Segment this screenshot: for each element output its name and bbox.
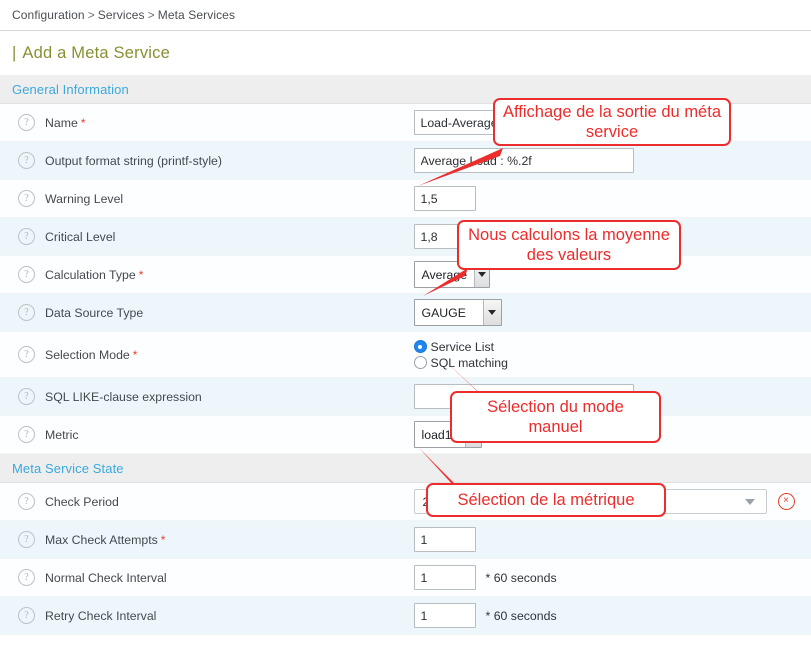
annotation-callout-output: Affichage de la sortie du méta service [493, 98, 731, 146]
help-icon[interactable]: ? [18, 190, 35, 207]
page-title-wrap: | Add a Meta Service [0, 31, 811, 75]
label-warning-level: Warning Level [45, 192, 123, 206]
breadcrumb-bar: Configuration>Services>Meta Services [0, 0, 811, 31]
breadcrumb-item-meta-services[interactable]: Meta Services [158, 8, 235, 22]
radio-sql-matching[interactable]: SQL matching [414, 356, 508, 370]
help-icon[interactable]: ? [18, 114, 35, 131]
data-source-type-value: GAUGE [415, 306, 483, 320]
label-data-source-type: Data Source Type [45, 306, 143, 320]
radio-icon-unselected[interactable] [414, 356, 427, 369]
row-selection-mode: ? Selection Mode * Service List SQL matc… [0, 332, 811, 378]
label-critical-level: Critical Level [45, 230, 115, 244]
label-name: Name [45, 116, 78, 130]
normal-check-interval-input[interactable] [414, 565, 476, 590]
row-metric: ? Metric load15 [0, 416, 811, 454]
chevron-down-icon [745, 499, 755, 505]
radio-icon-selected[interactable] [414, 340, 427, 353]
help-icon[interactable]: ? [18, 388, 35, 405]
label-check-period: Check Period [45, 495, 119, 509]
help-icon[interactable]: ? [18, 569, 35, 586]
section-title-state: Meta Service State [0, 461, 811, 476]
radio-service-list[interactable]: Service List [414, 340, 508, 354]
page-title-bar: | [12, 44, 17, 62]
selection-mode-radio-group: Service List SQL matching [414, 340, 508, 370]
required-marker: * [161, 533, 166, 547]
label-normal-check-interval: Normal Check Interval [45, 571, 167, 585]
help-icon[interactable]: ? [18, 493, 35, 510]
row-sql-like: ? SQL LIKE-clause expression [0, 378, 811, 416]
row-normal-check-interval: ? Normal Check Interval * 60 seconds [0, 559, 811, 597]
max-check-attempts-input[interactable] [414, 527, 476, 552]
label-retry-check-interval: Retry Check Interval [45, 609, 156, 623]
page-title: | Add a Meta Service [12, 44, 170, 63]
section-title-general: General Information [0, 82, 811, 97]
chevron-down-icon [483, 300, 501, 325]
breadcrumb-separator: > [85, 8, 98, 22]
row-retry-check-interval: ? Retry Check Interval * 60 seconds [0, 597, 811, 635]
annotation-callout-selection-mode: Sélection du mode manuel [450, 391, 661, 443]
page-title-text: Add a Meta Service [22, 44, 170, 62]
help-icon[interactable]: ? [18, 266, 35, 283]
label-metric: Metric [45, 428, 78, 442]
output-format-input[interactable] [414, 148, 634, 173]
label-sql-like: SQL LIKE-clause expression [45, 390, 202, 404]
warning-level-input[interactable] [414, 186, 476, 211]
row-critical-level: ? Critical Level [0, 218, 811, 256]
help-icon[interactable]: ? [18, 426, 35, 443]
clear-icon[interactable]: × [778, 493, 795, 510]
required-marker: * [81, 116, 86, 130]
row-output-format: ? Output format string (printf-style) [0, 142, 811, 180]
breadcrumb: Configuration>Services>Meta Services [12, 8, 235, 22]
label-output-format: Output format string (printf-style) [45, 154, 222, 168]
meta-service-form: General Information ? Name * ? Output fo… [0, 75, 811, 635]
annotation-callout-calculation: Nous calculons la moyenne des valeurs [457, 220, 681, 270]
label-calculation-type: Calculation Type [45, 268, 136, 282]
breadcrumb-item-services[interactable]: Services [98, 8, 145, 22]
annotation-callout-metric: Sélection de la métrique [426, 483, 666, 517]
retry-check-interval-input[interactable] [414, 603, 476, 628]
required-marker: * [139, 268, 144, 282]
row-warning-level: ? Warning Level [0, 180, 811, 218]
row-data-source-type: ? Data Source Type GAUGE [0, 294, 811, 332]
breadcrumb-separator: > [145, 8, 158, 22]
help-icon[interactable]: ? [18, 531, 35, 548]
label-max-check-attempts: Max Check Attempts [45, 533, 158, 547]
breadcrumb-item-configuration[interactable]: Configuration [12, 8, 85, 22]
help-icon[interactable]: ? [18, 152, 35, 169]
help-icon[interactable]: ? [18, 228, 35, 245]
label-selection-mode: Selection Mode [45, 348, 130, 362]
help-icon[interactable]: ? [18, 304, 35, 321]
row-check-period: ? Check Period 24x7 × [0, 483, 811, 521]
required-marker: * [133, 348, 138, 362]
retry-check-interval-suffix: * 60 seconds [486, 609, 557, 623]
row-calculation-type: ? Calculation Type * Average [0, 256, 811, 294]
normal-check-interval-suffix: * 60 seconds [486, 571, 557, 585]
help-icon[interactable]: ? [18, 346, 35, 363]
radio-label-sql-matching: SQL matching [431, 356, 508, 370]
help-icon[interactable]: ? [18, 607, 35, 624]
radio-label-service-list: Service List [431, 340, 495, 354]
data-source-type-select[interactable]: GAUGE [414, 299, 502, 326]
section-meta-service-state: Meta Service State [0, 454, 811, 483]
row-max-check-attempts: ? Max Check Attempts * [0, 521, 811, 559]
